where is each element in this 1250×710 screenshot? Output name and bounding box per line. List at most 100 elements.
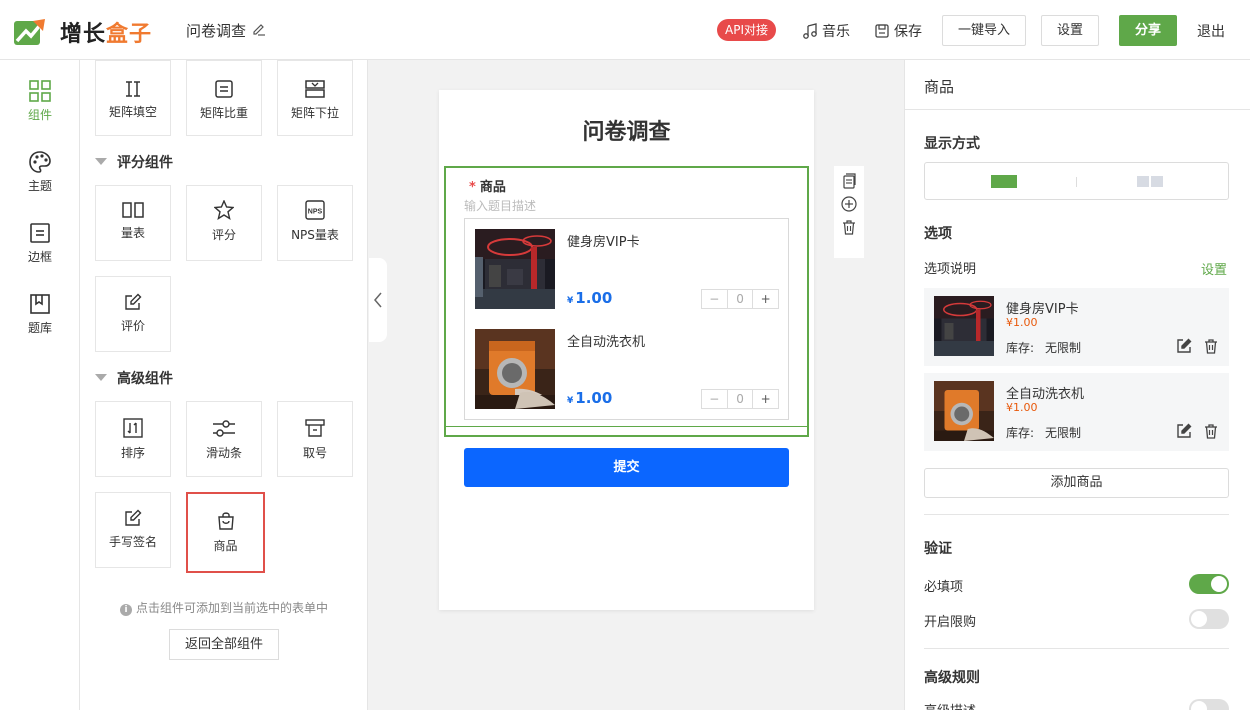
limit-purchase-label: 开启限购 (924, 615, 977, 630)
tile-review[interactable]: 评价 (95, 276, 171, 352)
tile-label: 矩阵比重 (199, 106, 248, 120)
ticket-icon (305, 419, 325, 437)
share-button[interactable]: 分享 (1119, 15, 1177, 46)
nps-icon: NPS (305, 200, 325, 220)
add-product-button[interactable]: 添加商品 (924, 468, 1229, 498)
option-stock-label: 库存: (1006, 426, 1035, 440)
quantity-value[interactable]: 0 (726, 390, 753, 408)
slider-icon (213, 420, 235, 437)
question-frame-divider (444, 426, 809, 427)
nav-item-library[interactable]: 题库 (0, 293, 80, 336)
rating-section-header[interactable]: 评分组件 (95, 152, 173, 172)
display-mode-selector (924, 162, 1229, 200)
submit-button[interactable]: 提交 (464, 448, 789, 487)
save-icon (875, 24, 889, 38)
question-description-input[interactable]: 输入题目描述 (464, 197, 536, 214)
save-button[interactable]: 保存 (874, 21, 922, 41)
add-circle-icon[interactable] (841, 196, 857, 212)
tile-label: 滑动条 (205, 446, 242, 460)
nav-label: 组件 (27, 108, 52, 122)
options-settings-link[interactable]: 设置 (1201, 259, 1227, 278)
divider (924, 514, 1229, 515)
tile-scale[interactable]: 量表 (95, 185, 171, 261)
form-title[interactable]: 问卷调查 (439, 114, 814, 146)
hint-label: 点击组件可添加到当前选中的表单中 (136, 601, 329, 615)
matrix-dropdown-icon (305, 80, 325, 98)
product-image-gym (475, 229, 555, 309)
matrix-weight-icon (215, 80, 233, 98)
tile-label: 矩阵填空 (108, 105, 157, 119)
list-layout-icon[interactable] (991, 175, 1017, 188)
nav-label: 题库 (27, 321, 52, 335)
product-name: 健身房VIP卡 (567, 235, 640, 250)
back-all-components-button[interactable]: 返回全部组件 (169, 629, 279, 660)
logo-icon (14, 19, 45, 45)
brand-name: 增长盒子 (60, 22, 153, 47)
tile-matrix-dropdown[interactable]: 矩阵下拉 (277, 60, 353, 136)
trash-icon[interactable] (1203, 338, 1219, 354)
properties-panel: 商品 显示方式 选项 选项说明 设置 健身房VIP卡 ¥1.00 库存: 无限制 (904, 60, 1250, 710)
tile-product[interactable]: 商品 (186, 492, 265, 573)
increment-button[interactable]: + (752, 290, 778, 308)
product-item: 全自动洗衣机 ¥1.00 − 0 + (475, 329, 780, 409)
advanced-section-header[interactable]: 高级组件 (95, 368, 173, 388)
decrement-button[interactable]: − (702, 390, 727, 408)
divider (924, 648, 1229, 649)
shopping-bag-icon (217, 512, 234, 530)
option-image-gym (934, 296, 994, 356)
advanced-desc-toggle[interactable] (1189, 699, 1229, 710)
tile-matrix-fill[interactable]: 矩阵填空 (95, 60, 171, 136)
trash-icon[interactable] (841, 219, 857, 235)
product-image-washer (475, 329, 555, 409)
required-label: 必填项 (924, 580, 964, 595)
tile-label: 排序 (120, 446, 145, 460)
display-mode-separator (1076, 177, 1077, 187)
quantity-value[interactable]: 0 (726, 290, 753, 308)
nav-item-border[interactable]: 边框 (0, 222, 80, 265)
matrix-fill-icon (126, 81, 140, 97)
tile-label: 手写签名 (108, 535, 157, 549)
grid-layout-icon[interactable] (1137, 176, 1163, 187)
option-image-washer (934, 381, 994, 441)
tile-label: 评价 (120, 319, 145, 333)
option-name: 健身房VIP卡 (1006, 302, 1079, 317)
section-label: 评分组件 (117, 155, 173, 171)
tile-rating[interactable]: 评分 (186, 185, 262, 261)
music-button[interactable]: 音乐 (802, 21, 850, 41)
edit-icon[interactable] (1176, 423, 1192, 439)
tile-label: 取号 (302, 446, 327, 460)
collapse-panel-toggle[interactable] (369, 258, 387, 342)
nav-item-components[interactable]: 组件 (0, 80, 80, 123)
quantity-stepper: − 0 + (701, 389, 779, 409)
exit-button[interactable]: 退出 (1197, 21, 1225, 41)
tile-ticket[interactable]: 取号 (277, 401, 353, 477)
increment-button[interactable]: + (752, 390, 778, 408)
required-toggle[interactable] (1189, 574, 1229, 594)
settings-button[interactable]: 设置 (1041, 15, 1099, 46)
decrement-button[interactable]: − (702, 290, 727, 308)
question-title[interactable]: * 商品 (469, 176, 506, 195)
api-badge[interactable]: API对接 (717, 19, 776, 41)
edit-icon[interactable] (1176, 338, 1192, 354)
pencil-icon[interactable] (252, 22, 266, 36)
import-button[interactable]: 一键导入 (942, 15, 1026, 46)
product-price: ¥1.00 (567, 289, 613, 307)
tile-nps[interactable]: NPS NPS量表 (277, 185, 353, 261)
section-label: 高级组件 (117, 371, 173, 387)
tile-matrix-weight[interactable]: 矩阵比重 (186, 60, 262, 136)
border-icon (30, 223, 50, 243)
nav-item-theme[interactable]: 主题 (0, 151, 80, 194)
doc-title[interactable]: 问卷调查 (186, 20, 246, 41)
copy-icon[interactable] (841, 173, 857, 189)
music-icon (803, 23, 817, 39)
product-price: ¥1.00 (567, 389, 613, 407)
tile-sort[interactable]: 排序 (95, 401, 171, 477)
option-card: 全自动洗衣机 ¥1.00 库存: 无限制 (924, 373, 1229, 451)
trash-icon[interactable] (1203, 423, 1219, 439)
product-list: 健身房VIP卡 ¥1.00 − 0 + 全自动洗衣机 ¥1.00 − 0 + (464, 218, 789, 420)
tile-slider[interactable]: 滑动条 (186, 401, 262, 477)
limit-purchase-toggle[interactable] (1189, 609, 1229, 629)
tile-signature[interactable]: 手写签名 (95, 492, 171, 568)
product-name: 全自动洗衣机 (567, 335, 646, 350)
tile-label: NPS量表 (291, 228, 339, 242)
